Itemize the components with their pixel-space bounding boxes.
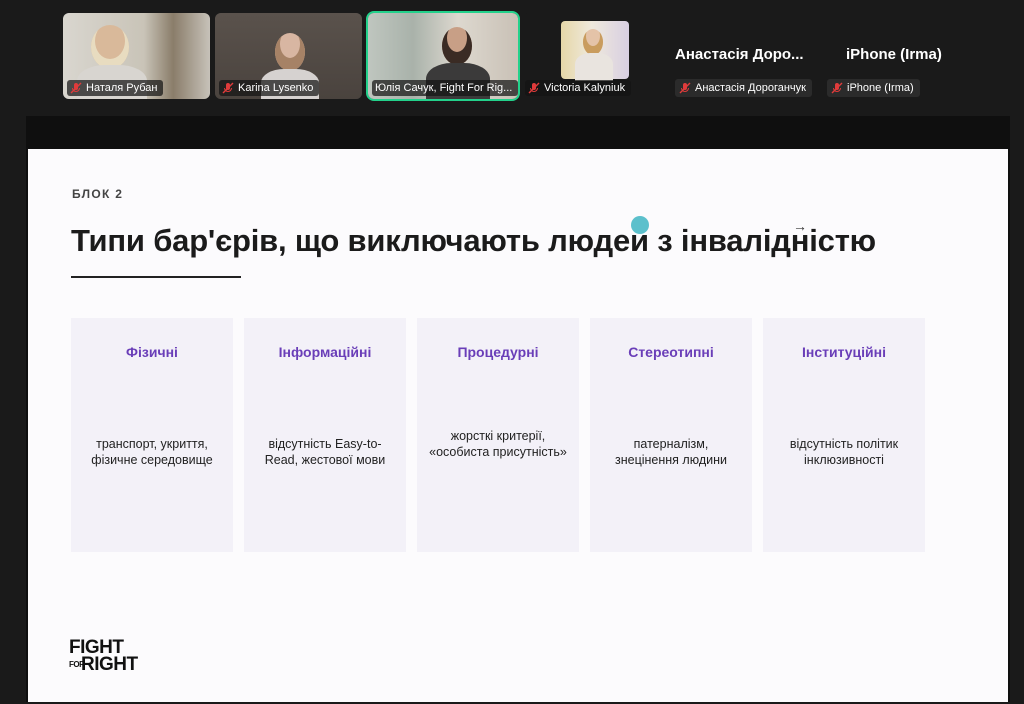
slide-title: Типи бар'єрів, що виключають людей з інв…	[71, 223, 876, 258]
participant-name: Анастасія Дороганчук	[695, 82, 806, 94]
mic-off-icon	[528, 82, 540, 94]
participant-tile[interactable]: Victoria Kalyniuk	[523, 13, 633, 99]
barrier-card-text: транспорт, укриття, фізичне середовище	[91, 437, 213, 467]
video-feed	[561, 21, 629, 81]
arrow-right-icon: →	[793, 218, 807, 234]
participant-name: Victoria Kalyniuk	[544, 82, 626, 94]
barrier-card: Фізичні транспорт, укриття, фізичне сере…	[71, 318, 233, 552]
mic-off-icon	[70, 82, 82, 94]
participant-name: Наталя Рубан	[86, 82, 158, 94]
barrier-card: Стереотипні патерналізм, знецінення люди…	[590, 318, 752, 552]
participant-tile[interactable]: Наталя Рубан	[63, 13, 210, 99]
barrier-card-text: відсутність Easy-to-Read, жестової мови	[264, 437, 386, 467]
participant-name-chip: iPhone (Irma)	[827, 79, 920, 97]
participant-name: Karina Lysenko	[238, 82, 314, 94]
participant-name: iPhone (Irma)	[847, 82, 914, 94]
participant-name-chip: Victoria Kalyniuk	[525, 80, 632, 96]
participant-name-chip: Анастасія Дороганчук	[675, 79, 812, 97]
mic-off-icon	[831, 82, 843, 94]
participant-display-name[interactable]: Анастасія Доро...	[675, 46, 804, 63]
participant-tile-active-speaker[interactable]: Юлія Сачук, Fight For Rig...	[366, 11, 520, 101]
barrier-card: Інформаційні відсутність Easy-to-Read, ж…	[244, 318, 406, 552]
participant-tile[interactable]: Karina Lysenko	[215, 13, 362, 99]
participant-name-chip: Юлія Сачук, Fight For Rig...	[372, 80, 518, 96]
barrier-card-text: відсутність політик інклюзивності	[789, 437, 899, 467]
participant-name-chip: Karina Lysenko	[219, 80, 320, 96]
participant-name: Юлія Сачук, Fight For Rig...	[375, 82, 513, 94]
pointer-dot-icon	[631, 216, 649, 234]
barrier-card: Інституційні відсутність політик інклюзи…	[763, 318, 925, 552]
barrier-card-title: Інформаційні	[278, 344, 372, 360]
barrier-card-text: жорсткі критерії, «особиста присутність»	[429, 429, 567, 459]
mic-off-icon	[679, 82, 691, 94]
slide-kicker: БЛОК 2	[72, 187, 124, 201]
barrier-card-title: Стереотипні	[628, 344, 714, 360]
barrier-card: Процедурні жорсткі критерії, «особиста п…	[417, 318, 579, 552]
barrier-card-text: патерналізм, знецінення людини	[615, 437, 727, 467]
title-underline	[71, 276, 241, 278]
participant-strip: Наталя Рубан Karina Lysenko Юлія Сачук, …	[0, 0, 1024, 110]
participant-name-chip: Наталя Рубан	[67, 80, 164, 96]
barrier-card-title: Процедурні	[457, 344, 539, 360]
mic-off-icon	[222, 82, 234, 94]
barrier-card-title: Інституційні	[801, 344, 887, 360]
presentation-slide: БЛОК 2 Типи бар'єрів, що виключають люде…	[28, 149, 1008, 702]
fight-for-right-logo: FIGHT FORRIGHT	[69, 637, 138, 675]
barrier-card-title: Фізичні	[126, 344, 178, 360]
participant-display-name[interactable]: iPhone (Irma)	[846, 46, 942, 63]
